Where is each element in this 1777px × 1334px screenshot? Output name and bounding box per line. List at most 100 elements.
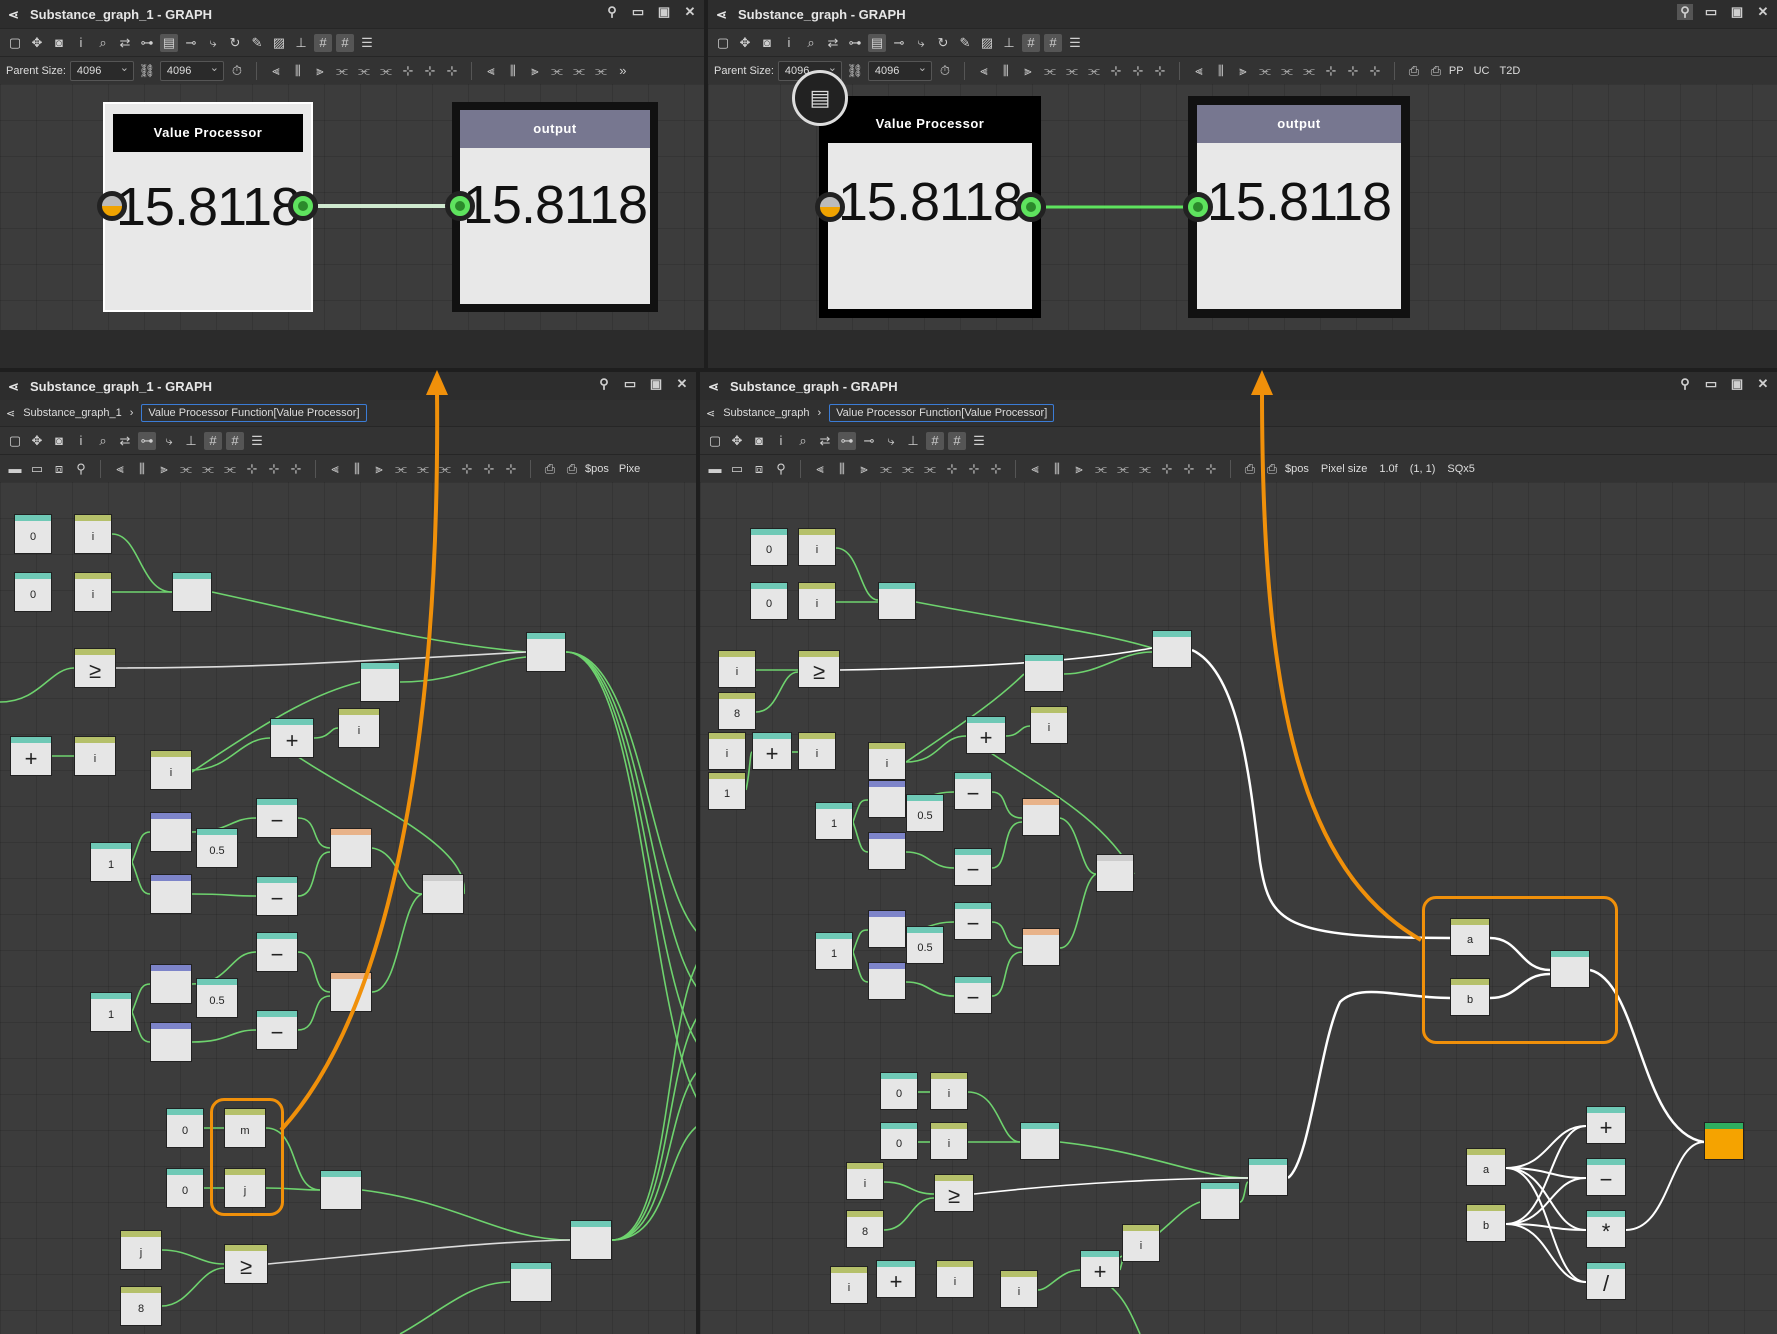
snap3-icon[interactable]: ⊹ [1151, 62, 1169, 80]
grid-icon[interactable]: # [314, 33, 332, 52]
camera-icon[interactable]: ◙ [758, 34, 776, 52]
align-center-icon[interactable]: ⫼ [348, 460, 366, 478]
wire-icon[interactable]: ⊸ [860, 432, 878, 450]
graph-node[interactable]: + [752, 732, 792, 770]
snap2-icon[interactable]: ⊹ [965, 460, 983, 478]
t2d-label[interactable]: T2D [1500, 65, 1521, 77]
graph-node[interactable]: − [256, 1010, 298, 1050]
graph-node[interactable] [1200, 1182, 1240, 1220]
search-icon[interactable]: ⌕ [94, 432, 112, 450]
move-icon[interactable]: ✥ [28, 34, 46, 52]
graph-node[interactable]: − [954, 848, 992, 886]
refresh-icon[interactable]: ↻ [226, 34, 244, 52]
graph-node[interactable] [868, 910, 906, 948]
graph-node[interactable]: − [256, 798, 298, 838]
distribute2-icon[interactable]: ⫘ [570, 62, 588, 80]
link-icon[interactable]: ⇄ [116, 432, 134, 450]
graph-node[interactable]: − [256, 932, 298, 972]
graph-node[interactable] [1550, 950, 1590, 988]
graph-node[interactable]: i [1030, 706, 1068, 744]
graph-node[interactable]: / [1586, 1262, 1626, 1300]
graph-node[interactable]: i [150, 750, 192, 790]
graph-node[interactable]: − [954, 772, 992, 810]
export2-icon[interactable]: ⎙ [1263, 460, 1281, 478]
snap-icon[interactable]: ⊹ [458, 460, 476, 478]
float-icon[interactable]: ▭ [1703, 4, 1719, 20]
graph-node[interactable] [150, 812, 192, 852]
export2-icon[interactable]: ⎙ [563, 460, 581, 478]
graph-node[interactable]: 0.5 [906, 926, 944, 964]
snap-icon[interactable]: ⊹ [1158, 460, 1176, 478]
graph-node[interactable] [330, 972, 372, 1012]
graph-node[interactable] [150, 1022, 192, 1062]
snap-icon[interactable]: ⊹ [399, 62, 417, 80]
align-icon[interactable]: ⊥ [292, 34, 310, 52]
graph-node[interactable] [878, 582, 916, 620]
graph-node[interactable]: 8 [846, 1210, 884, 1248]
breadcrumb-root[interactable]: Substance_graph [723, 407, 809, 419]
camera-icon[interactable]: ◙ [750, 432, 768, 450]
align-left-icon[interactable]: ⫷ [1026, 460, 1044, 478]
grid2-icon[interactable]: # [226, 431, 244, 450]
timer-icon[interactable]: ⏱ [936, 62, 954, 80]
align-center-icon[interactable]: ⫼ [133, 460, 151, 478]
grid-icon[interactable]: # [1022, 33, 1040, 52]
graph-node[interactable]: i [798, 582, 836, 620]
frame-tool-icon[interactable]: ▭ [28, 460, 46, 478]
float-icon[interactable]: ▭ [1703, 376, 1719, 392]
frame-icon[interactable]: ▢ [714, 34, 732, 52]
graph-node[interactable] [868, 780, 906, 818]
graph-node[interactable]: + [1586, 1106, 1626, 1144]
maximize-icon[interactable]: ▣ [648, 376, 664, 392]
maximize-icon[interactable]: ▣ [1729, 376, 1745, 392]
graph-node[interactable]: 8 [120, 1286, 162, 1326]
graph-node[interactable]: − [954, 976, 992, 1014]
list-icon[interactable]: ☰ [1066, 34, 1084, 52]
graph-node[interactable]: − [1586, 1158, 1626, 1196]
maximize-icon[interactable]: ▣ [1729, 4, 1745, 20]
graph-canvas[interactable]: Value Processor 15.8118 output 15.8118 [0, 84, 704, 330]
grid-icon[interactable]: # [926, 431, 944, 450]
graph-node[interactable]: 0 [750, 528, 788, 566]
graph-node[interactable] [526, 632, 566, 672]
graph-node[interactable] [320, 1170, 362, 1210]
layout-icon[interactable]: ▤ [868, 33, 886, 52]
graph-node[interactable]: 1 [815, 802, 853, 840]
graph-node[interactable]: 0 [880, 1122, 918, 1160]
hierarchy-icon[interactable]: ⊶ [138, 34, 156, 52]
snap-icon[interactable]: ⊹ [1322, 62, 1340, 80]
input-port[interactable] [1183, 192, 1213, 222]
graph-node[interactable]: 1 [708, 772, 746, 810]
distribute3-icon[interactable]: ⫘ [921, 460, 939, 478]
distribute3-icon[interactable]: ⫘ [1300, 62, 1318, 80]
graph-node[interactable] [150, 964, 192, 1004]
graph-node[interactable]: 0 [166, 1108, 204, 1148]
grid2-icon[interactable]: # [336, 33, 354, 52]
align-left-icon[interactable]: ⫷ [267, 62, 285, 80]
graph-node[interactable]: i [1000, 1270, 1038, 1308]
list-icon[interactable]: ☰ [358, 34, 376, 52]
pane-divider[interactable] [704, 0, 708, 372]
frame-icon[interactable]: ▢ [6, 34, 24, 52]
distribute-icon[interactable]: ⫘ [1092, 460, 1110, 478]
graph-node[interactable]: + [10, 736, 52, 776]
snap2-icon[interactable]: ⊹ [480, 460, 498, 478]
link-icon[interactable]: ⇄ [116, 34, 134, 52]
snap2-icon[interactable]: ⊹ [1180, 460, 1198, 478]
graph-node[interactable] [330, 828, 372, 868]
snap3-icon[interactable]: ⊹ [287, 460, 305, 478]
graph-node[interactable]: ≥ [224, 1244, 268, 1284]
camera-icon[interactable]: ◙ [50, 432, 68, 450]
close-icon[interactable]: ✕ [682, 4, 698, 20]
align-icon[interactable]: ⊥ [904, 432, 922, 450]
align-center-icon[interactable]: ⫼ [833, 460, 851, 478]
graph-node[interactable]: a [1466, 1148, 1506, 1186]
info-icon[interactable]: i [72, 34, 90, 52]
graph-node[interactable] [1022, 928, 1060, 966]
distribute-icon[interactable]: ⫘ [548, 62, 566, 80]
distribute2-icon[interactable]: ⫘ [355, 62, 373, 80]
align-right-icon[interactable]: ⫸ [311, 62, 329, 80]
pin-icon[interactable]: ⚲ [1677, 4, 1693, 20]
image-icon[interactable]: ▨ [270, 34, 288, 52]
graph-node[interactable] [1096, 854, 1134, 892]
